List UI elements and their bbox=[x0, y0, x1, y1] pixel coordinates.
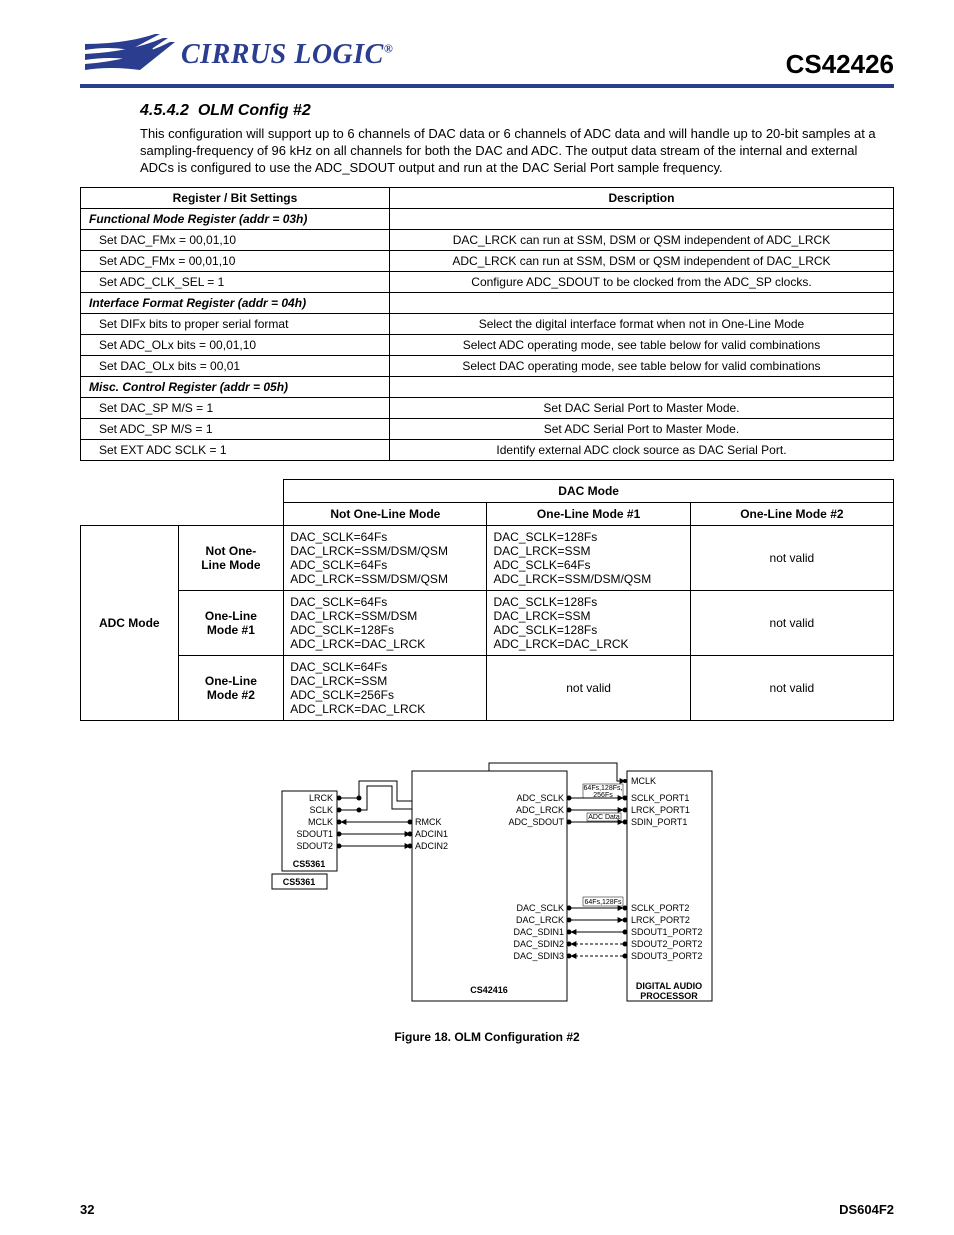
t1-setting: Set EXT ADC SCLK = 1 bbox=[81, 439, 390, 460]
svg-text:MCLK: MCLK bbox=[631, 776, 656, 786]
svg-text:SCLK_PORT2: SCLK_PORT2 bbox=[631, 903, 689, 913]
svg-text:ADCIN1: ADCIN1 bbox=[415, 829, 448, 839]
svg-text:SCLK: SCLK bbox=[309, 805, 333, 815]
t1-head-reg: Register / Bit Settings bbox=[81, 187, 390, 208]
t1-setting: Set DAC_FMx = 00,01,10 bbox=[81, 229, 390, 250]
svg-text:RMCK: RMCK bbox=[415, 817, 442, 827]
t1-setting: Set ADC_CLK_SEL = 1 bbox=[81, 271, 390, 292]
t2-super-head: DAC Mode bbox=[284, 479, 894, 502]
t1-setting: Set DIFx bits to proper serial format bbox=[81, 313, 390, 334]
svg-text:ADC_SCLK: ADC_SCLK bbox=[516, 793, 564, 803]
t2-col-1: One-Line Mode #1 bbox=[487, 502, 690, 525]
t1-desc: Select DAC operating mode, see table bel… bbox=[389, 355, 893, 376]
svg-text:64Fs,128Fs,: 64Fs,128Fs, bbox=[584, 785, 623, 792]
svg-text:ADC_LRCK: ADC_LRCK bbox=[516, 805, 564, 815]
t2-row-group: ADC Mode bbox=[81, 525, 179, 720]
t1-setting: Set DAC_SP M/S = 1 bbox=[81, 397, 390, 418]
svg-text:LRCK_PORT2: LRCK_PORT2 bbox=[631, 915, 690, 925]
t2-col-2: One-Line Mode #2 bbox=[690, 502, 893, 525]
svg-text:256Fs: 256Fs bbox=[593, 792, 613, 799]
t1-setting: Set ADC_FMx = 00,01,10 bbox=[81, 250, 390, 271]
svg-text:DIGITAL AUDIO: DIGITAL AUDIO bbox=[636, 981, 702, 991]
t1-subhead: Functional Mode Register (addr = 03h) bbox=[81, 208, 390, 229]
logo-mark-icon bbox=[80, 30, 175, 80]
diagram-container: CS42416 DIGITAL AUDIO PROCESSOR CS5361 C… bbox=[80, 751, 894, 1044]
t1-desc: Configure ADC_SDOUT to be clocked from t… bbox=[389, 271, 893, 292]
t1-subhead: Misc. Control Register (addr = 05h) bbox=[81, 376, 390, 397]
t2-row-label: One-LineMode #1 bbox=[178, 590, 284, 655]
svg-text:CS5361: CS5361 bbox=[293, 859, 326, 869]
t1-setting: Set ADC_OLx bits = 00,01,10 bbox=[81, 334, 390, 355]
part-number: CS42426 bbox=[786, 49, 894, 80]
svg-text:SCLK_PORT1: SCLK_PORT1 bbox=[631, 793, 689, 803]
t1-desc: Identify external ADC clock source as DA… bbox=[389, 439, 893, 460]
svg-text:SDIN_PORT1: SDIN_PORT1 bbox=[631, 817, 687, 827]
svg-text:SDOUT1_PORT2: SDOUT1_PORT2 bbox=[631, 927, 702, 937]
t1-desc: Select the digital interface format when… bbox=[389, 313, 893, 334]
doc-header: CIRRUS LOGIC® CS42426 bbox=[80, 30, 894, 88]
svg-text:ADC Data: ADC Data bbox=[588, 814, 620, 821]
t1-desc: Select ADC operating mode, see table bel… bbox=[389, 334, 893, 355]
t1-desc: Set ADC Serial Port to Master Mode. bbox=[389, 418, 893, 439]
svg-text:DAC_SDIN1: DAC_SDIN1 bbox=[513, 927, 564, 937]
svg-text:LRCK: LRCK bbox=[309, 793, 333, 803]
t2-cell: not valid bbox=[487, 655, 690, 720]
t2-cell: DAC_SCLK=64FsDAC_LRCK=SSM/DSM/QSMADC_SCL… bbox=[284, 525, 487, 590]
section-paragraph: This configuration will support up to 6 … bbox=[140, 126, 894, 177]
svg-text:DAC_SCLK: DAC_SCLK bbox=[516, 903, 564, 913]
t2-cell: DAC_SCLK=64FsDAC_LRCK=SSM/DSMADC_SCLK=12… bbox=[284, 590, 487, 655]
t2-col-0: Not One-Line Mode bbox=[284, 502, 487, 525]
diagram-caption: Figure 18. OLM Configuration #2 bbox=[80, 1030, 894, 1044]
t2-cell: DAC_SCLK=64FsDAC_LRCK=SSMADC_SCLK=256FsA… bbox=[284, 655, 487, 720]
mode-combination-table: DAC Mode Not One-Line Mode One-Line Mode… bbox=[80, 479, 894, 721]
t1-setting: Set ADC_SP M/S = 1 bbox=[81, 418, 390, 439]
svg-text:CS5361: CS5361 bbox=[283, 877, 316, 887]
svg-text:ADC_SDOUT: ADC_SDOUT bbox=[508, 817, 564, 827]
svg-text:SDOUT2: SDOUT2 bbox=[296, 841, 333, 851]
svg-text:64Fs,128Fs: 64Fs,128Fs bbox=[585, 899, 622, 906]
svg-text:SDOUT1: SDOUT1 bbox=[296, 829, 333, 839]
svg-text:SDOUT3_PORT2: SDOUT3_PORT2 bbox=[631, 951, 702, 961]
register-settings-table: Register / Bit Settings Description Func… bbox=[80, 187, 894, 461]
t2-cell: DAC_SCLK=128FsDAC_LRCK=SSMADC_SCLK=128Fs… bbox=[487, 590, 690, 655]
svg-text:DAC_LRCK: DAC_LRCK bbox=[516, 915, 564, 925]
section-heading: 4.5.4.2 OLM Config #2 bbox=[140, 102, 894, 120]
svg-text:LRCK_PORT1: LRCK_PORT1 bbox=[631, 805, 690, 815]
svg-text:DAC_SDIN3: DAC_SDIN3 bbox=[513, 951, 564, 961]
olm-config-diagram: CS42416 DIGITAL AUDIO PROCESSOR CS5361 C… bbox=[257, 751, 717, 1021]
logo: CIRRUS LOGIC® bbox=[80, 30, 393, 80]
t1-desc: Set DAC Serial Port to Master Mode. bbox=[389, 397, 893, 418]
t2-cell: not valid bbox=[690, 590, 893, 655]
t2-row-label: Not One-Line Mode bbox=[178, 525, 284, 590]
t1-subhead: Interface Format Register (addr = 04h) bbox=[81, 292, 390, 313]
svg-text:PROCESSOR: PROCESSOR bbox=[640, 991, 698, 1001]
logo-text: CIRRUS LOGIC® bbox=[181, 39, 393, 71]
t1-setting: Set DAC_OLx bits = 00,01 bbox=[81, 355, 390, 376]
t2-cell: DAC_SCLK=128FsDAC_LRCK=SSMADC_SCLK=64FsA… bbox=[487, 525, 690, 590]
t2-cell: not valid bbox=[690, 525, 893, 590]
svg-text:MCLK: MCLK bbox=[308, 817, 333, 827]
t1-desc: DAC_LRCK can run at SSM, DSM or QSM inde… bbox=[389, 229, 893, 250]
svg-text:CS42416: CS42416 bbox=[470, 985, 508, 995]
svg-text:SDOUT2_PORT2: SDOUT2_PORT2 bbox=[631, 939, 702, 949]
t1-desc: ADC_LRCK can run at SSM, DSM or QSM inde… bbox=[389, 250, 893, 271]
svg-text:ADCIN2: ADCIN2 bbox=[415, 841, 448, 851]
svg-text:DAC_SDIN2: DAC_SDIN2 bbox=[513, 939, 564, 949]
t1-head-desc: Description bbox=[389, 187, 893, 208]
t2-cell: not valid bbox=[690, 655, 893, 720]
page-number: 32 bbox=[80, 1202, 94, 1217]
doc-id: DS604F2 bbox=[839, 1202, 894, 1217]
t2-row-label: One-LineMode #2 bbox=[178, 655, 284, 720]
doc-footer: 32 DS604F2 bbox=[80, 1202, 894, 1217]
